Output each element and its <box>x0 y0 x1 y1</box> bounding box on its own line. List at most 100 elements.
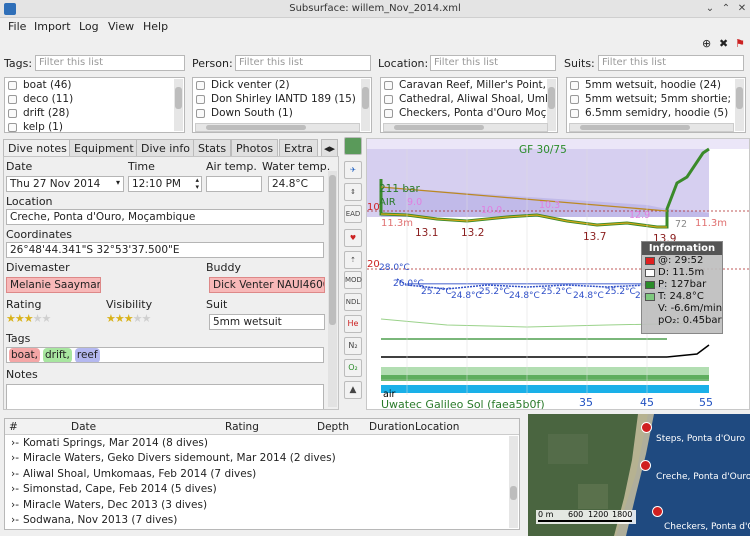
col-depth[interactable]: Depth <box>317 421 349 433</box>
list-item[interactable]: 6.5mm semidry, hoodie (5) <box>567 106 745 120</box>
checkbox[interactable] <box>8 80 17 90</box>
chevron-down-icon[interactable]: ▾ <box>116 178 120 187</box>
scrollbar[interactable] <box>361 79 370 131</box>
col-location[interactable]: Location <box>415 421 459 433</box>
tab-equipment[interactable]: Equipment <box>69 139 139 156</box>
col-number[interactable]: # <box>9 421 18 433</box>
he-icon[interactable]: He <box>344 315 362 333</box>
clear-filter-icon[interactable]: ✖ <box>719 37 728 50</box>
dive-flag-icon[interactable] <box>652 506 663 517</box>
scale-icon[interactable]: ⇕ <box>344 183 362 201</box>
dive-list[interactable]: # Date Rating Depth Duration Location ›-… <box>4 418 520 530</box>
dive-flag-icon[interactable] <box>641 422 652 433</box>
list-item[interactable]: 5mm wetsuit, hoodie (24) <box>567 78 745 92</box>
tab-dive-notes[interactable]: Dive notes <box>3 139 72 156</box>
expand-icon[interactable]: ›- <box>11 452 19 464</box>
checkbox[interactable] <box>8 108 17 118</box>
tag-chip[interactable]: boat, <box>9 348 40 362</box>
heartrate-icon[interactable]: ♥ <box>344 229 362 247</box>
time-field[interactable]: 12:10 PM ▴ ▾ <box>128 176 202 192</box>
trip-row[interactable]: ›- Aliwal Shoal, Umkomaas, Feb 2014 (7 di… <box>5 466 519 482</box>
date-field[interactable]: Thu 27 Nov 2014 ▾ <box>6 176 124 192</box>
expand-icon[interactable]: ›- <box>11 499 19 511</box>
maximize-icon[interactable]: ⌃ <box>720 3 732 15</box>
location-filter-input[interactable]: Filter this list <box>430 55 556 71</box>
list-item[interactable]: Checkers, Ponta d'Ouro Moç <box>381 106 557 120</box>
scrollbar[interactable] <box>547 79 556 131</box>
tab-dive-info[interactable]: Dive info <box>136 139 195 156</box>
checkbox[interactable] <box>384 94 393 104</box>
flag-icon[interactable]: ⚑ <box>735 37 745 50</box>
trip-row[interactable]: ›- Miracle Waters, Dec 2013 (3 dives) <box>5 497 519 513</box>
person-filter-input[interactable]: Filter this list <box>235 55 371 71</box>
tab-stats[interactable]: Stats <box>193 139 232 156</box>
checkbox[interactable] <box>196 80 205 90</box>
tab-scroll-arrows[interactable]: ◂▸ <box>321 139 339 156</box>
checkbox[interactable] <box>570 108 579 118</box>
add-filter-icon[interactable]: ⊕ <box>702 37 711 50</box>
expand-icon[interactable]: ›- <box>11 468 19 480</box>
suits-filter-input[interactable]: Filter this list <box>598 55 744 71</box>
minimize-icon[interactable]: ⌄ <box>704 3 716 15</box>
o2-icon[interactable]: O₂ <box>344 359 362 377</box>
col-date[interactable]: Date <box>71 421 96 433</box>
location-hscrollbar[interactable] <box>383 123 548 132</box>
divemaster-field[interactable]: Melanie Saayman <box>6 277 101 293</box>
dive-profile[interactable]: GF 30/75 211 bar AIR 10 20 11.3m 11.3m 9… <box>366 138 750 410</box>
n2-icon[interactable]: N₂ <box>344 337 362 355</box>
list-item[interactable]: 5mm wetsuit; 5mm shortie; <box>567 92 745 106</box>
profile-view-icon[interactable] <box>344 137 362 155</box>
expand-icon[interactable]: ›- <box>11 437 19 449</box>
notes-textarea[interactable] <box>6 384 324 409</box>
expand-icon[interactable]: ›- <box>11 514 19 526</box>
checkbox[interactable] <box>196 94 205 104</box>
expand-icon[interactable]: ›- <box>11 483 19 495</box>
menu-view[interactable]: View <box>108 20 134 33</box>
menu-import[interactable]: Import <box>34 20 71 33</box>
dive-site-map[interactable]: Steps, Ponta d'Ouro Creche, Ponta d'Ouro… <box>528 414 750 536</box>
trip-row[interactable]: ›- Miracle Waters, Geko Divers sidemount,… <box>5 451 519 467</box>
col-rating[interactable]: Rating <box>225 421 259 433</box>
checkbox[interactable] <box>384 80 393 90</box>
notes-scrollbar[interactable] <box>328 171 337 407</box>
suit-field[interactable]: 5mm wetsuit <box>209 314 325 330</box>
person-hscrollbar[interactable] <box>195 123 360 132</box>
visibility-stars[interactable]: ★★★★★ <box>106 312 151 325</box>
list-item[interactable]: Caravan Reef, Miller's Point, S <box>381 78 557 92</box>
checkbox[interactable] <box>8 94 17 104</box>
list-item[interactable]: boat (46) <box>5 78 184 92</box>
spin-arrows-icon[interactable]: ▴ ▾ <box>195 177 199 191</box>
location-field[interactable]: Creche, Ponta d'Ouro, Moçambique <box>6 209 324 225</box>
tag-chip[interactable]: drift, <box>42 348 72 362</box>
trip-row[interactable]: ›- Simonstad, Cape, Feb 2014 (5 dives) <box>5 482 519 498</box>
col-duration[interactable]: Duration <box>369 421 415 433</box>
scrollbar[interactable] <box>174 79 183 131</box>
watertemp-field[interactable]: 24.8°C <box>268 176 324 192</box>
picture-icon[interactable]: ▲ <box>344 381 362 399</box>
ndl-icon[interactable]: NDL <box>344 293 362 311</box>
ead-icon[interactable]: EAD <box>344 205 362 223</box>
airtemp-field[interactable] <box>206 176 262 192</box>
list-item[interactable]: Don Shirley IANTD 189 (15) <box>193 92 371 106</box>
suits-hscrollbar[interactable] <box>569 123 734 132</box>
checkbox[interactable] <box>570 94 579 104</box>
list-item[interactable]: deco (11) <box>5 92 184 106</box>
tab-photos[interactable]: Photos <box>231 139 279 156</box>
mod-icon[interactable]: MOD <box>344 271 362 289</box>
checkbox[interactable] <box>8 122 17 132</box>
dive-list-scrollbar[interactable] <box>509 436 518 528</box>
menu-file[interactable]: File <box>8 20 26 33</box>
tag-chip[interactable]: reef <box>74 348 100 362</box>
ruler-icon[interactable]: ✈ <box>344 161 362 179</box>
checkbox[interactable] <box>384 108 393 118</box>
list-item[interactable]: Dick venter (2) <box>193 78 371 92</box>
trip-row[interactable]: ›- Komati Springs, Mar 2014 (8 dives) <box>5 435 519 451</box>
rating-stars[interactable]: ★★★★★ <box>6 312 51 325</box>
list-item[interactable]: kelp (1) <box>5 120 184 132</box>
list-item[interactable]: Down South (1) <box>193 106 371 120</box>
menu-log[interactable]: Log <box>79 20 99 33</box>
tab-extra[interactable]: Extra <box>279 139 319 156</box>
close-icon[interactable]: ✕ <box>736 3 748 15</box>
buddy-field[interactable]: Dick Venter NAUI4600 <box>209 277 325 293</box>
scrollbar[interactable] <box>735 79 744 131</box>
